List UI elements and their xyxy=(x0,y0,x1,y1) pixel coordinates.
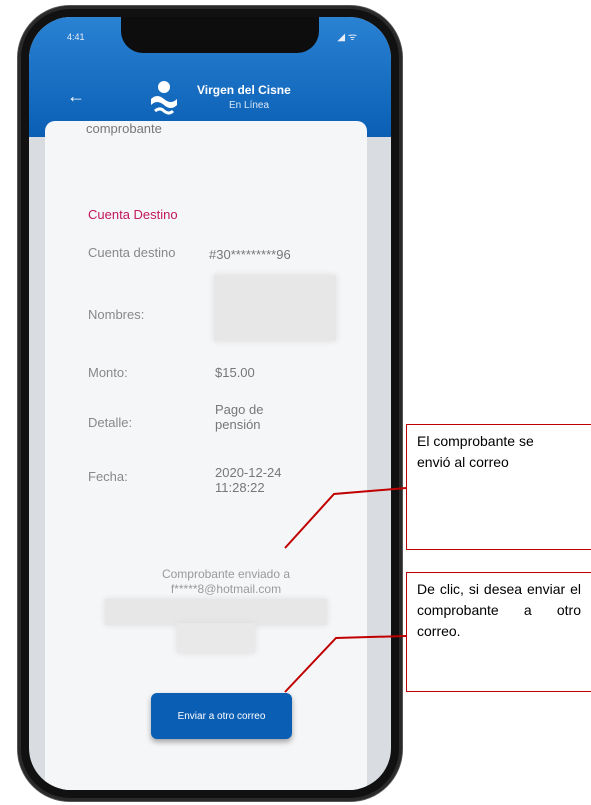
field-label-detail: Detalle: xyxy=(88,415,133,430)
field-value-date: 2020-12-24 11:28:22 xyxy=(215,465,282,495)
field-value-detail: Pago de pensión xyxy=(215,402,264,432)
partial-label: comprobante xyxy=(86,121,162,136)
arrow-left-icon[interactable]: ← xyxy=(67,87,85,105)
section-title: Cuenta Destino xyxy=(88,207,178,222)
callout-resend-text: De clic, si desea enviar el comprobante … xyxy=(417,581,581,639)
field-label-amount: Monto: xyxy=(88,365,128,380)
callout-sent: El comprobante se envió al correo xyxy=(406,424,591,550)
status-time: 4:41 xyxy=(67,32,85,42)
resend-email-button[interactable]: Enviar a otro correo xyxy=(151,693,292,739)
small-redacted xyxy=(177,623,255,653)
field-label-account: Cuenta destino xyxy=(88,245,176,260)
sent-line-2: f*****8@hotmail.com xyxy=(170,582,282,596)
email-redacted xyxy=(105,599,327,625)
sent-confirmation: Comprobante enviado a f*****8@hotmail.co… xyxy=(126,567,326,597)
signal-icon: ◢ ᯤ xyxy=(337,32,357,43)
callout-sent-text: El comprobante se envió al correo xyxy=(417,433,534,470)
phone-screen: 4:41 ◢ ᯤ ← Virgen del Cisne En Línea com… xyxy=(29,17,391,790)
field-value-account: #30*********96 xyxy=(209,247,291,262)
logo-icon xyxy=(151,81,177,115)
notch xyxy=(121,17,319,53)
field-value-amount: $15.00 xyxy=(215,365,255,380)
field-label-names: Nombres: xyxy=(88,307,145,322)
field-label-date: Fecha: xyxy=(88,469,128,484)
sent-line-1: Comprobante enviado a xyxy=(161,567,291,581)
app-title: Virgen del Cisne xyxy=(197,83,291,97)
callout-resend: De clic, si desea enviar el comprobante … xyxy=(406,572,591,692)
app-subtitle: En Línea xyxy=(229,100,270,111)
names-redacted xyxy=(214,275,336,341)
phone-frame: 4:41 ◢ ᯤ ← Virgen del Cisne En Línea com… xyxy=(18,6,402,801)
app-bar: 4:41 ◢ ᯤ ← Virgen del Cisne En Línea xyxy=(29,17,391,137)
